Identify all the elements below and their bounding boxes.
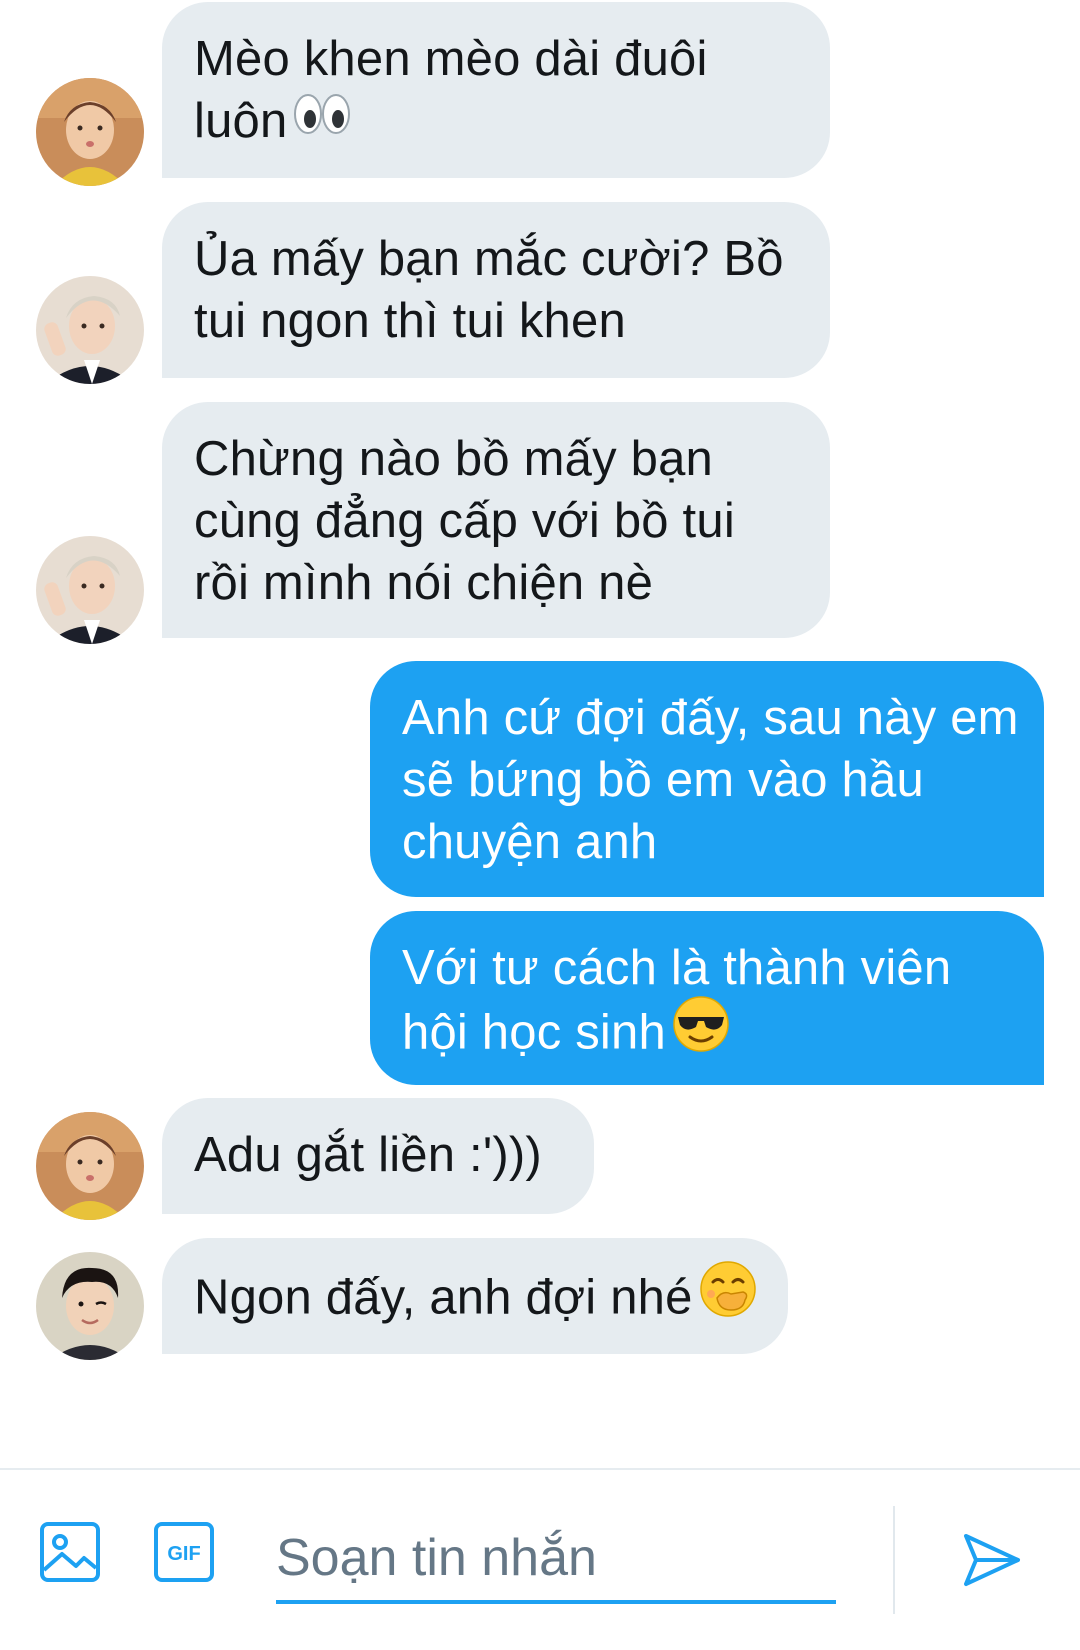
message-bubble[interactable]: Anh cứ đợi đấy, sau này em sẽ bứng bồ em…: [370, 661, 1044, 897]
message-text: sẽ bứng bồ em vào hầu: [402, 753, 924, 807]
message-input-placeholder: Soạn tin nhắn: [276, 1529, 597, 1587]
message-text: tui ngon thì tui khen: [194, 294, 626, 348]
message-bubble[interactable]: Ngon đấy, anh đợi nhé: [162, 1238, 788, 1354]
message-text: rồi mình nói chiện nè: [194, 556, 654, 610]
avatar-user-2[interactable]: [36, 276, 144, 384]
avatar-user-1[interactable]: [36, 1112, 144, 1220]
message-text: Ủa mấy bạn mắc cười? Bồ: [194, 232, 784, 286]
message-text: Với tư cách là thành viên: [402, 941, 952, 995]
message-text: Anh cứ đợi đấy, sau này em: [402, 691, 1019, 745]
eyes-emoji: [293, 89, 351, 151]
send-icon[interactable]: [960, 1528, 1024, 1597]
message-bubble[interactable]: Chừng nào bồ mấy bạn cùng đẳng cấp với b…: [162, 402, 830, 638]
gif-button[interactable]: GIF: [152, 1520, 216, 1589]
avatar-user-2[interactable]: [36, 536, 144, 644]
sunglasses-emoji: [672, 995, 730, 1068]
message-composer: GIF Soạn tin nhắn: [0, 1468, 1080, 1650]
message-text: Mèo khen mèo dài đuôi: [194, 32, 708, 86]
message-text: chuyện anh: [402, 815, 658, 869]
image-icon[interactable]: [38, 1520, 102, 1589]
message-text: Adu gắt liền :'))): [194, 1128, 542, 1182]
message-text: Chừng nào bồ mấy bạn: [194, 432, 713, 486]
avatar-user-1[interactable]: [36, 78, 144, 186]
message-bubble[interactable]: Mèo khen mèo dài đuôi luôn: [162, 2, 830, 178]
message-bubble[interactable]: Ủa mấy bạn mắc cười? Bồ tui ngon thì tui…: [162, 202, 830, 378]
message-input[interactable]: Soạn tin nhắn: [276, 1516, 836, 1604]
hand-over-mouth-emoji: [699, 1260, 757, 1333]
message-thread: Mèo khen mèo dài đuôi luôn Ủa mấy bạn mắ…: [0, 0, 1080, 1468]
message-bubble[interactable]: Adu gắt liền :'))): [162, 1098, 594, 1214]
message-text: hội học sinh: [402, 1005, 666, 1060]
composer-divider: [893, 1506, 895, 1614]
avatar-user-3[interactable]: [36, 1252, 144, 1360]
message-text: Ngon đấy, anh đợi nhé: [194, 1270, 693, 1325]
message-text: luôn: [194, 94, 288, 148]
message-text: cùng đẳng cấp với bồ tui: [194, 494, 735, 548]
message-bubble[interactable]: Với tư cách là thành viên hội học sinh: [370, 911, 1044, 1085]
gif-label: GIF: [167, 1543, 200, 1565]
